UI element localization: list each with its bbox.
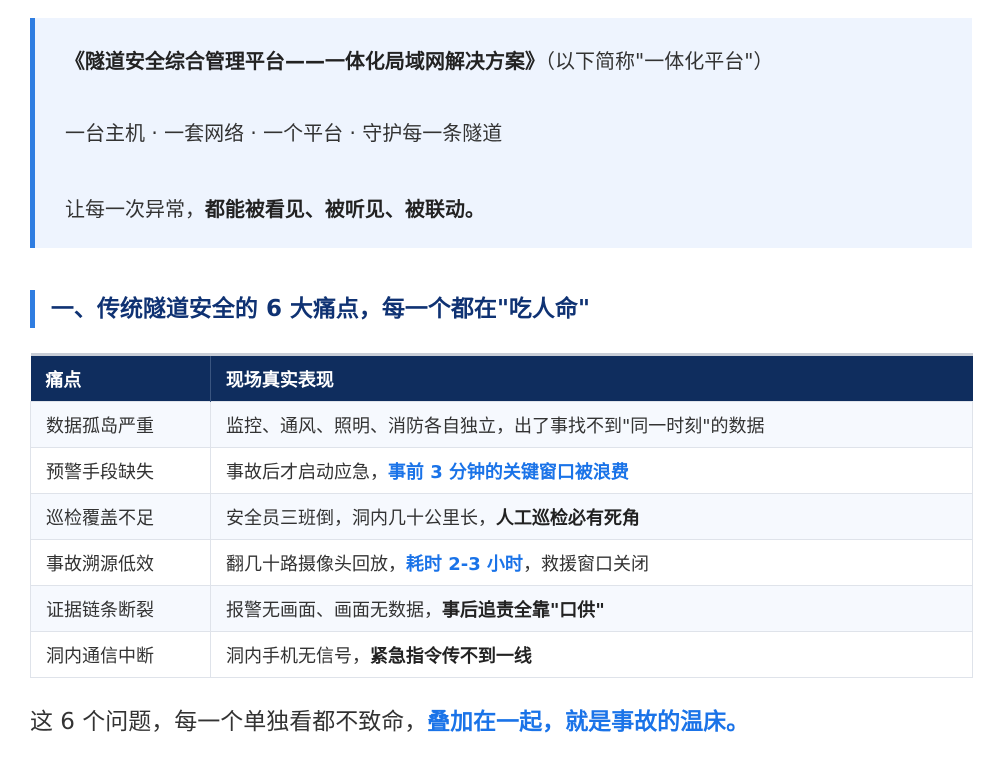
table-row: 事故溯源低效 翻几十路摄像头回放，耗时 2-3 小时，救援窗口关闭 <box>30 539 973 586</box>
pain-cell: 证据链条断裂 <box>30 585 211 632</box>
description-text: 事故后才启动应急， <box>226 461 388 483</box>
column-header-pain: 痛点 <box>30 353 211 402</box>
conclusion: 这 6 个问题，每一个单独看都不致命，叠加在一起，就是事故的温床。 <box>30 704 749 740</box>
description-text: 安全员三班倒，洞内几十公里长， <box>226 507 496 529</box>
description-text: 翻几十路摄像头回放， <box>226 553 406 575</box>
intro-line-3-plain: 让每一次异常， <box>65 197 205 221</box>
pain-points-table: 痛点 现场真实表现 数据孤岛严重 监控、通风、照明、消防各自独立，出了事找不到"同… <box>30 353 973 678</box>
intro-callout: 《隧道安全综合管理平台——一体化局域网解决方案》（以下简称"一体化平台"） 一台… <box>30 18 972 248</box>
platform-title: 《隧道安全综合管理平台——一体化局域网解决方案》 <box>65 49 545 73</box>
table-row: 巡检覆盖不足 安全员三班倒，洞内几十公里长，人工巡检必有死角 <box>30 493 973 540</box>
intro-line-3: 让每一次异常，都能被看见、被听见、被联动。 <box>65 195 485 223</box>
description-highlight: 事后追责全靠"口供" <box>442 599 605 621</box>
description-highlight: 事前 3 分钟的关键窗口被浪费 <box>388 461 630 483</box>
table-row: 数据孤岛严重 监控、通风、照明、消防各自独立，出了事找不到"同一时刻"的数据 <box>30 401 973 448</box>
pain-cell: 数据孤岛严重 <box>30 401 211 448</box>
pain-cell: 洞内通信中断 <box>30 631 211 678</box>
description-highlight: 紧急指令传不到一线 <box>370 645 532 667</box>
description-text: 监控、通风、照明、消防各自独立，出了事找不到"同一时刻"的数据 <box>226 415 765 437</box>
pain-cell: 巡检覆盖不足 <box>30 493 211 540</box>
table-row: 洞内通信中断 洞内手机无信号，紧急指令传不到一线 <box>30 631 973 678</box>
description-cell: 翻几十路摄像头回放，耗时 2-3 小时，救援窗口关闭 <box>210 539 973 586</box>
description-suffix: ，救援窗口关闭 <box>523 553 650 575</box>
description-cell: 洞内手机无信号，紧急指令传不到一线 <box>210 631 973 678</box>
column-header-desc: 现场真实表现 <box>210 353 973 402</box>
conclusion-plain: 这 6 个问题，每一个单独看都不致命， <box>30 709 428 735</box>
pain-cell: 预警手段缺失 <box>30 447 211 494</box>
description-text: 洞内手机无信号， <box>226 645 370 667</box>
conclusion-highlight: 叠加在一起，就是事故的温床。 <box>427 709 750 735</box>
table-header-row: 痛点 现场真实表现 <box>30 353 973 402</box>
description-highlight: 耗时 2-3 小时 <box>406 553 524 575</box>
description-cell: 监控、通风、照明、消防各自独立，出了事找不到"同一时刻"的数据 <box>210 401 973 448</box>
description-cell: 事故后才启动应急，事前 3 分钟的关键窗口被浪费 <box>210 447 973 494</box>
section-heading: 一、传统隧道安全的 6 大痛点，每一个都在"吃人命" <box>30 290 590 328</box>
intro-line-3-bold: 都能被看见、被听见、被联动。 <box>205 197 485 221</box>
platform-abbrev: （以下简称"一体化平台"） <box>545 49 774 73</box>
intro-slogan: 一台主机 · 一套网络 · 一个平台 · 守护每一条隧道 <box>65 121 503 145</box>
description-text: 报警无画面、画面无数据， <box>226 599 442 621</box>
intro-line-1: 《隧道安全综合管理平台——一体化局域网解决方案》（以下简称"一体化平台"） <box>65 47 773 75</box>
table-row: 预警手段缺失 事故后才启动应急，事前 3 分钟的关键窗口被浪费 <box>30 447 973 494</box>
table-row: 证据链条断裂 报警无画面、画面无数据，事后追责全靠"口供" <box>30 585 973 632</box>
description-highlight: 人工巡检必有死角 <box>496 507 640 529</box>
pain-cell: 事故溯源低效 <box>30 539 211 586</box>
description-cell: 安全员三班倒，洞内几十公里长，人工巡检必有死角 <box>210 493 973 540</box>
description-cell: 报警无画面、画面无数据，事后追责全靠"口供" <box>210 585 973 632</box>
